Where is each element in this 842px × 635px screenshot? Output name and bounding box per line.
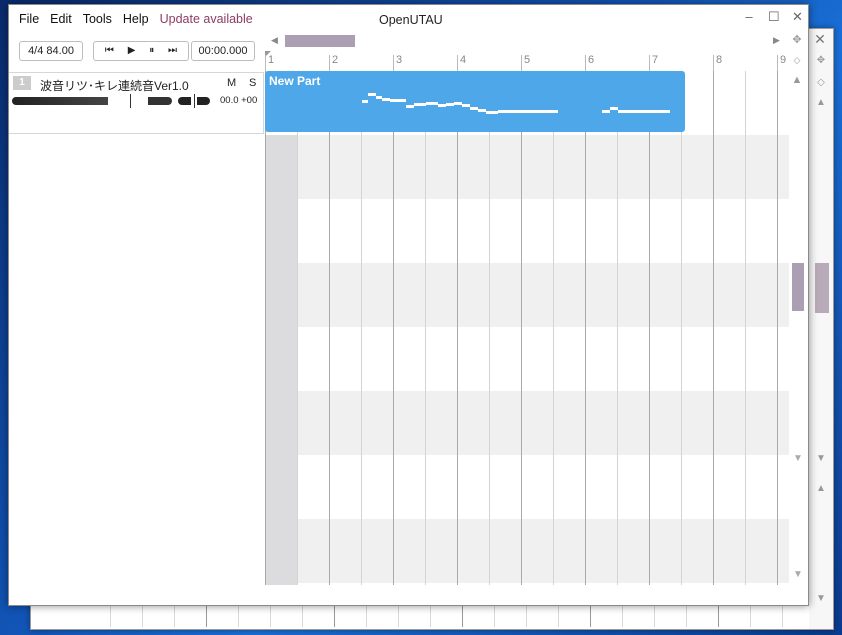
menu-help[interactable]: Help <box>123 12 149 26</box>
ruler-tick <box>521 55 522 71</box>
solo-button[interactable]: S <box>249 77 256 89</box>
triangle-right-icon[interactable]: ▶ <box>773 33 780 47</box>
ruler-bar-label: 4 <box>460 54 467 66</box>
grid-line <box>393 71 394 585</box>
menu-bar: File Edit Tools Help Update available <box>19 12 264 26</box>
horizontal-scroll-thumb[interactable] <box>285 35 355 47</box>
background-zoom-icon: ◇ <box>817 77 825 88</box>
background-window-scrollbar <box>809 29 833 629</box>
move-icon[interactable]: ✥ <box>790 33 804 47</box>
ruler-tick <box>329 55 330 71</box>
ruler-bar-label: 5 <box>524 54 531 66</box>
minimize-icon[interactable]: – <box>744 9 754 25</box>
grid-band <box>265 391 789 455</box>
ruler-bar-label: 3 <box>396 54 403 66</box>
background-scroll-thumb[interactable] <box>815 263 829 313</box>
grid-band <box>265 263 789 327</box>
grid-line <box>489 71 490 585</box>
grid-line <box>713 71 714 585</box>
time-display: 00:00.000 <box>191 41 255 61</box>
menu-edit[interactable]: Edit <box>50 12 72 26</box>
ruler-bar-label: 8 <box>716 54 723 66</box>
volume-pan-values: 00.0 +00 <box>220 95 258 106</box>
track-number: 1 <box>13 76 31 90</box>
pan-slider[interactable] <box>178 94 210 108</box>
menu-file[interactable]: File <box>19 12 39 26</box>
bottom-bar <box>9 585 808 605</box>
background-scroll-down-icon: ▼ <box>816 453 826 464</box>
background-scroll-up-icon-2: ▲ <box>816 483 826 494</box>
menu-update-available[interactable]: Update available <box>160 12 253 26</box>
triangle-left-icon[interactable]: ◀ <box>271 33 278 47</box>
ruler-bar-label: 9 <box>780 54 787 66</box>
triangle-down-icon-2[interactable]: ▼ <box>793 569 803 580</box>
ruler-tick <box>777 55 778 71</box>
grid-first-beat-column <box>265 135 297 585</box>
title-bar: File Edit Tools Help Update available Op… <box>9 5 808 33</box>
grid-line <box>297 71 298 585</box>
ruler-bar-label: 6 <box>588 54 595 66</box>
grid-line <box>681 71 682 585</box>
grid-line <box>585 71 586 585</box>
ruler-bar-label: 7 <box>652 54 659 66</box>
ruler-tick <box>585 55 586 71</box>
menu-tools[interactable]: Tools <box>83 12 112 26</box>
grid-line <box>745 71 746 585</box>
time-signature-bpm[interactable]: 4/4 84.00 <box>19 41 83 61</box>
part-block[interactable]: New Part <box>265 71 685 132</box>
vertical-scrollbar[interactable]: ▼ ▼ <box>789 55 807 585</box>
maximize-icon[interactable]: ☐ <box>768 9 780 25</box>
background-move-icon: ✥ <box>816 55 826 66</box>
timeline-ruler[interactable]: 1 2 3 4 5 6 7 8 9 <box>265 51 789 71</box>
track-singer-name[interactable]: 波音リツ･キレ連続音Ver1.0 <box>40 77 189 94</box>
ruler-tick <box>649 55 650 71</box>
grid-line <box>521 71 522 585</box>
ruler-tick <box>265 55 266 71</box>
window-title: OpenUTAU <box>379 13 443 27</box>
grid-line <box>457 71 458 585</box>
grid-band <box>265 135 789 199</box>
skip-forward-icon[interactable]: ⏭ <box>168 42 177 60</box>
close-icon[interactable]: ✕ <box>792 9 803 25</box>
transport-controls: ⏮ ▶ ⏸ ⏭ <box>93 41 189 61</box>
background-scroll-up-icon: ▲ <box>816 97 826 108</box>
triangle-down-icon[interactable]: ▼ <box>793 453 803 464</box>
ruler-tick <box>713 55 714 71</box>
volume-slider[interactable] <box>12 94 172 108</box>
ruler-bar-label: 1 <box>268 54 275 66</box>
mute-button[interactable]: M <box>227 77 236 89</box>
note-preview <box>362 93 670 114</box>
skip-back-icon[interactable]: ⏮ <box>105 42 114 60</box>
main-window: File Edit Tools Help Update available Op… <box>8 4 809 606</box>
background-grid <box>79 604 807 627</box>
window-controls: – ☐ ✕ <box>744 9 803 25</box>
track-grid[interactable] <box>265 71 789 585</box>
ruler-bar-label: 2 <box>332 54 339 66</box>
grid-line <box>777 71 778 585</box>
pause-icon[interactable]: ⏸ <box>149 42 154 60</box>
track-header[interactable]: 1 波音リツ･キレ連続音Ver1.0 M S 00.0 +00 <box>9 72 264 134</box>
grid-line <box>425 71 426 585</box>
grid-line <box>617 71 618 585</box>
grid-line <box>361 71 362 585</box>
grid-line <box>649 71 650 585</box>
grid-line <box>329 71 330 585</box>
background-close-icon[interactable]: ✕ <box>813 32 827 46</box>
grid-band <box>265 519 789 583</box>
play-icon[interactable]: ▶ <box>128 42 136 60</box>
volume-slider-handle[interactable] <box>130 94 131 108</box>
ruler-tick <box>393 55 394 71</box>
horizontal-scrollbar[interactable]: ◀ ▶ <box>267 33 787 47</box>
ruler-tick <box>457 55 458 71</box>
vertical-scroll-thumb[interactable] <box>792 263 804 311</box>
grid-line <box>553 71 554 585</box>
background-scroll-down-icon-2: ▼ <box>816 593 826 604</box>
grid-line <box>265 71 266 585</box>
pan-slider-handle[interactable] <box>194 94 195 108</box>
